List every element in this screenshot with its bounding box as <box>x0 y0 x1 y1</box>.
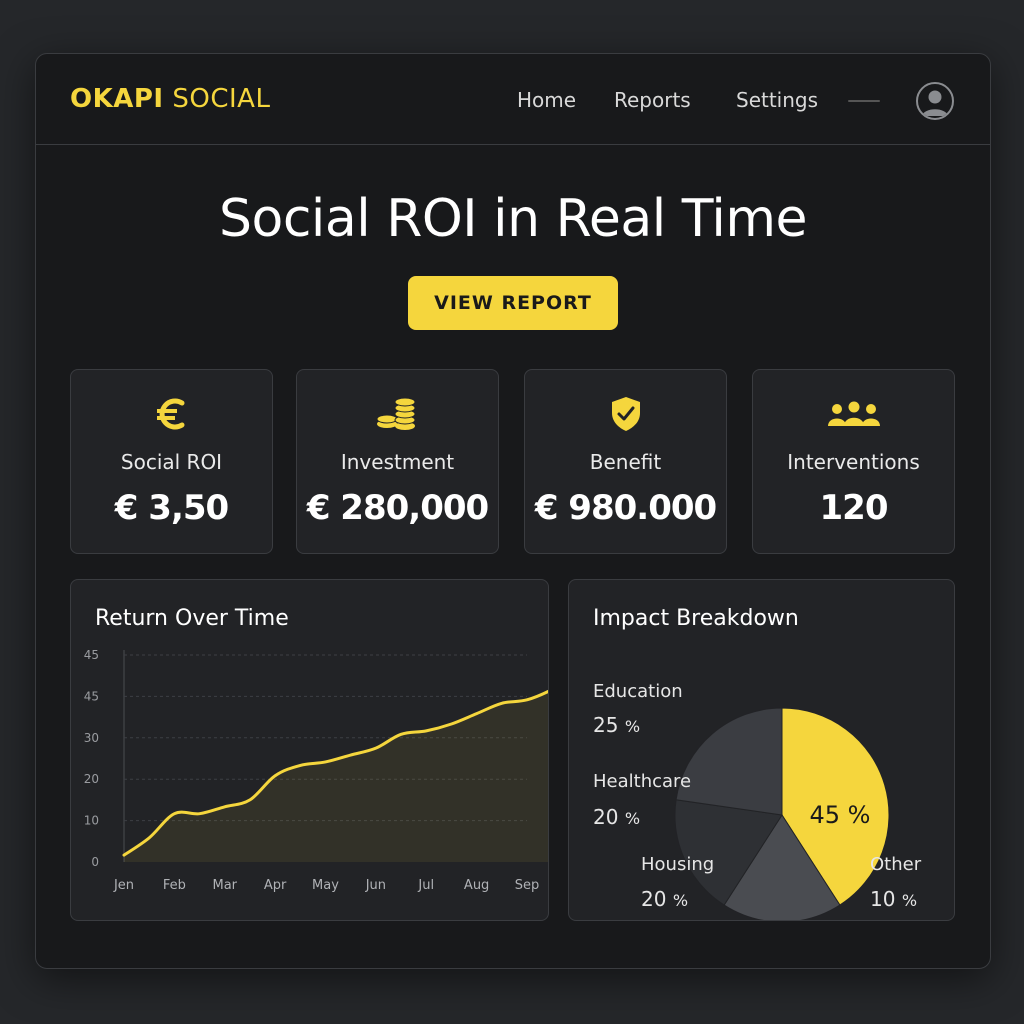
y-tick-label: 30 <box>84 731 99 745</box>
pct-unit: % <box>901 891 918 910</box>
metric-value: € 3,50 <box>114 488 229 528</box>
euro-icon <box>71 394 272 434</box>
pie-pct-other: 10 % <box>870 887 917 911</box>
pie-label-housing: Housing <box>641 854 715 875</box>
pct-number: 20 <box>593 805 619 829</box>
impact-breakdown-panel: Impact Breakdown 45 % Education 25 % Hea… <box>568 579 955 921</box>
shield-check-icon <box>525 394 726 434</box>
y-tick-label: 45 <box>84 648 99 662</box>
pct-unit: % <box>624 717 641 736</box>
brand-name-light: SOCIAL <box>172 84 271 114</box>
line-chart: 0 10 20 30 45 45 Jen Feb Mar Apr May Jun Jul Aug Sep <box>84 648 548 893</box>
people-group-icon <box>753 394 954 434</box>
x-tick-label: Feb <box>163 878 186 893</box>
nav-settings[interactable]: Settings <box>736 88 818 112</box>
metric-label: Social ROI <box>120 450 223 474</box>
x-tick-label: Mar <box>212 878 237 893</box>
metric-value: 120 <box>819 488 889 528</box>
pct-unit: % <box>624 809 641 828</box>
user-avatar-icon[interactable] <box>916 82 954 120</box>
y-tick-label: 10 <box>84 814 99 828</box>
top-navbar: OKAPI SOCIAL Home Reports Settings <box>36 54 990 145</box>
metric-value: € 980.000 <box>534 488 717 528</box>
y-tick-label: 0 <box>91 855 99 869</box>
brand-name-bold: OKAPI <box>70 84 164 114</box>
metric-card-interventions[interactable]: Interventions 120 <box>752 369 955 554</box>
metric-label: Investment <box>340 450 455 474</box>
x-tick-label: Apr <box>264 878 287 893</box>
pct-number: 10 <box>870 887 896 911</box>
view-report-button[interactable]: VIEW REPORT <box>408 276 618 330</box>
pie-slice <box>675 707 783 816</box>
line-area-fill <box>124 691 548 862</box>
nav-reports[interactable]: Reports <box>614 88 691 112</box>
pie-label-education: Education <box>593 681 683 702</box>
nav-divider <box>848 100 880 102</box>
return-over-time-panel: Return Over Time 0 10 20 30 45 45 Jen Feb Mar Apr… <box>70 579 549 921</box>
dashboard-window: OKAPI SOCIAL Home Reports Settings Socia… <box>35 53 991 969</box>
pct-number: 20 <box>641 887 667 911</box>
pct-unit: % <box>672 891 689 910</box>
pie-pct-education: 25 % <box>593 713 640 737</box>
page-title: Social ROI in Real Time <box>219 189 807 249</box>
pie-pct-housing: 20 % <box>641 887 688 911</box>
metric-card-benefit[interactable]: Benefit € 980.000 <box>524 369 727 554</box>
x-tick-label: Jen <box>113 878 134 893</box>
x-tick-label: Sep <box>515 878 540 893</box>
x-tick-label: Aug <box>464 878 489 893</box>
pie-pct-healthcare: 20 % <box>593 805 640 829</box>
pct-number: 25 <box>593 713 619 737</box>
pie-label-healthcare: Healthcare <box>593 771 692 792</box>
x-tick-label: Jun <box>365 878 386 893</box>
x-tick-label: May <box>312 878 339 893</box>
metric-card-social-roi[interactable]: Social ROI € 3,50 <box>70 369 273 554</box>
coins-icon <box>297 394 498 434</box>
y-tick-label: 20 <box>84 772 99 786</box>
metric-label: Benefit <box>589 450 662 474</box>
pie-center-label: 45 % <box>810 801 871 829</box>
pie-label-other: Other <box>870 854 922 875</box>
metric-value: € 280,000 <box>306 488 489 528</box>
brand-logo[interactable]: OKAPI SOCIAL <box>70 84 270 114</box>
y-tick-label: 45 <box>84 689 99 703</box>
metric-label: Interventions <box>787 450 920 474</box>
x-tick-label: Jul <box>417 878 434 893</box>
nav-home[interactable]: Home <box>517 88 576 112</box>
metric-card-investment[interactable]: Investment € 280,000 <box>296 369 499 554</box>
